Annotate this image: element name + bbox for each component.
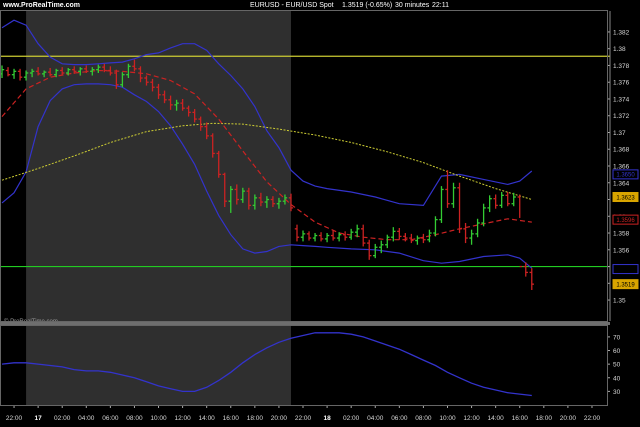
header-time: 22:11 [432,2,449,9]
price-label-text: 1.3519 [616,282,635,288]
x-tick-label: 04:00 [367,415,384,422]
price-label-text: 1.3650 [616,173,635,179]
x-tick-label: 02:00 [54,415,71,422]
x-tick-label: 04:00 [78,415,95,422]
x-tick-label: 12:00 [463,415,480,422]
y-tick-label: 1.374 [613,96,630,103]
osc-y-tick-label: 50 [613,362,621,369]
x-tick-label: 14:00 [199,415,216,422]
x-tick-label: 08:00 [415,415,432,422]
x-tick-label: 22:00 [295,415,312,422]
y-tick-label: 1.38 [613,46,626,53]
osc-y-tick-label: 40 [613,375,621,382]
osc-y-tick-label: 30 [613,389,621,396]
x-tick-label: 17 [35,415,43,422]
y-tick-label: 1.356 [613,247,630,254]
x-tick-label: 12:00 [174,415,191,422]
y-tick-label: 1.358 [613,231,630,238]
y-tick-label: 1.364 [613,180,630,187]
x-tick-label: 06:00 [391,415,408,422]
price-label-text: 1.3623 [616,195,635,201]
x-tick-label: 02:00 [343,415,360,422]
header-instrument: EURUSD - EUR/USD Spot [250,2,334,9]
y-tick-label: 1.376 [613,80,630,87]
x-tick-label: 16:00 [512,415,529,422]
shaded-session-oscillator [26,326,291,405]
price-label-box [612,264,639,275]
x-tick-label: 06:00 [102,415,119,422]
x-tick-label: 14:00 [488,415,505,422]
x-tick-label: 20:00 [271,415,288,422]
x-tick-label: 18:00 [247,415,264,422]
header-interval: 30 minutes [395,2,430,9]
x-tick-label: 08:00 [126,415,143,422]
x-tick-label: 22:00 [584,415,601,422]
price-label-text: 1.3596 [616,218,635,224]
y-tick-label: 1.382 [613,29,630,36]
x-tick-label: 22:00 [6,415,23,422]
y-tick-label: 1.37 [613,130,626,137]
shaded-session [26,11,291,321]
site-logo[interactable]: www.ProRealTime.com [2,2,80,9]
x-tick-label: 18 [323,415,331,422]
x-tick-label: 18:00 [536,415,553,422]
osc-y-tick-label: 60 [613,348,621,355]
y-tick-label: 1.372 [613,113,630,120]
y-tick-label: 1.378 [613,63,630,70]
x-tick-label: 16:00 [223,415,240,422]
price-chart[interactable]: www.ProRealTime.com EURUSD - EUR/USD Spo… [0,0,640,427]
osc-y-tick-label: 70 [613,334,621,341]
x-tick-label: 10:00 [150,415,167,422]
header-change: 1.3519 (-0.65%) [342,2,392,9]
x-tick-label: 10:00 [439,415,456,422]
x-tick-label: 20:00 [560,415,577,422]
y-tick-label: 1.35 [613,298,626,305]
panel-divider [0,322,610,325]
y-tick-label: 1.368 [613,147,630,154]
